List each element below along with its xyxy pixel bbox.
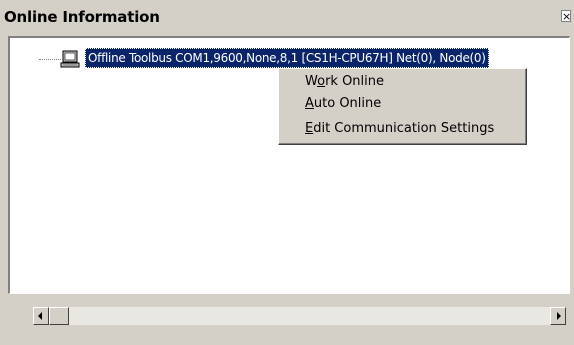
menu-item-auto-online[interactable]: Auto Online <box>305 94 381 114</box>
scroll-left-button[interactable] <box>33 307 49 325</box>
horizontal-scrollbar[interactable] <box>33 307 566 325</box>
arrow-right-icon <box>557 312 561 320</box>
close-icon[interactable]: × <box>561 10 571 23</box>
context-menu: Work Online Auto Online Edit Communicati… <box>278 68 527 145</box>
window-title: Online Information <box>4 8 160 26</box>
tree-connector-line <box>39 59 61 60</box>
menu-item-edit-communication-settings[interactable]: Edit Communication Settings <box>305 119 494 139</box>
tree-node-label[interactable]: Offline Toolbus COM1,9600,None,8,1 [CS1H… <box>85 48 489 68</box>
arrow-left-icon <box>38 312 42 320</box>
scroll-thumb[interactable] <box>49 307 69 325</box>
scroll-right-button[interactable] <box>550 307 566 325</box>
window-title-bar: Online Information × <box>0 0 574 30</box>
menu-item-work-online[interactable]: Work Online <box>305 72 384 92</box>
computer-icon <box>60 50 80 68</box>
